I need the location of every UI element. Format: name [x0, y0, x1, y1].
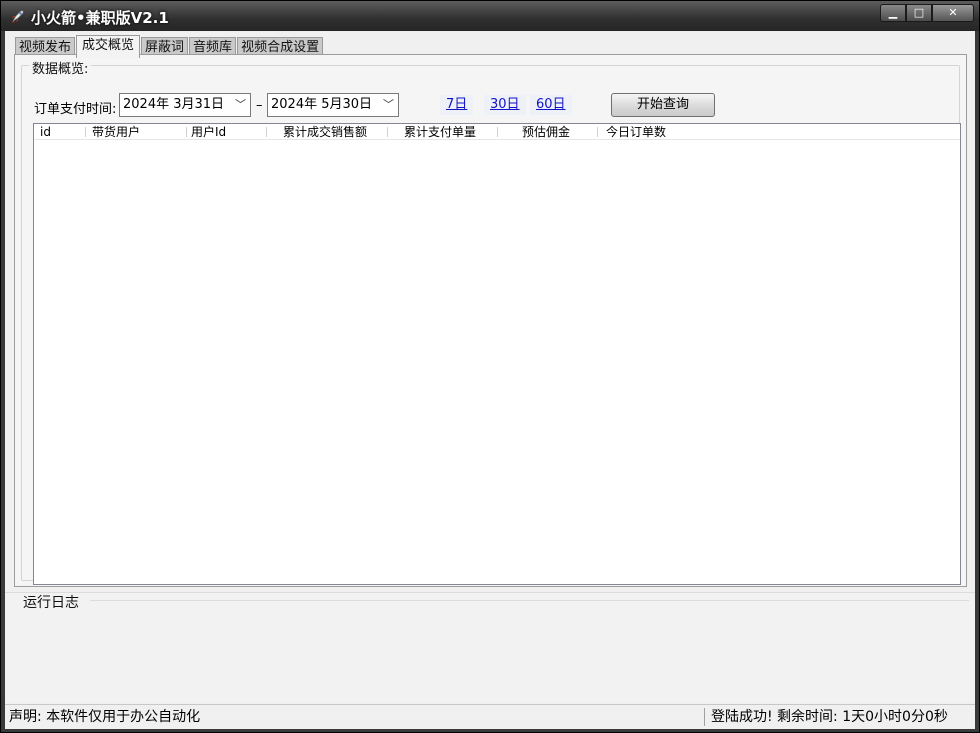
range-60-days-link[interactable]: 60日 — [530, 95, 572, 115]
payment-time-label: 订单支付时间: — [34, 102, 117, 117]
app-window: 小火箭•兼职版V2.1 ▁ □ ✕ 视频发布 成交概览 屏蔽词 音频库 视频合成… — [0, 0, 980, 733]
start-date-value: 2024年 3月31日 — [123, 97, 225, 112]
chevron-down-icon[interactable]: ﹀ — [235, 94, 246, 116]
range-7-days-link[interactable]: 7日 — [440, 95, 474, 115]
table-header: id 带货用户 用户Id 累计成交销售额 累计支付单量 预估佣金 今日订单数 — [34, 124, 960, 140]
start-date-picker[interactable]: 2024年 3月31日 ﹀ — [119, 93, 251, 117]
chevron-down-icon[interactable]: ﹀ — [383, 94, 394, 116]
minimize-button[interactable]: ▁ — [880, 4, 906, 22]
range-30-days-link[interactable]: 30日 — [484, 95, 526, 115]
status-divider — [704, 708, 705, 726]
rocket-icon — [12, 10, 24, 23]
end-date-picker[interactable]: 2024年 5月30日 ﹀ — [267, 93, 399, 117]
login-status-text: 登陆成功! 剩余时间: 1天0小时0分0秒 — [711, 709, 948, 725]
disclaimer-text: 声明: 本软件仅用于办公自动化 — [9, 709, 201, 725]
maximize-button[interactable]: □ — [906, 4, 932, 22]
client-area: 视频发布 成交概览 屏蔽词 音频库 视频合成设置 数据概览: 订单支付时间: 2… — [5, 31, 975, 729]
data-overview-group: 数据概览: 订单支付时间: 2024年 3月31日 ﹀ – 2024年 5月30… — [21, 58, 961, 585]
column-header-today-orders[interactable]: 今日订单数 — [598, 124, 698, 140]
close-button[interactable]: ✕ — [932, 4, 974, 22]
tab-deal-overview[interactable]: 成交概览 — [76, 35, 141, 58]
column-header-estimated-commission[interactable]: 预估佣金 — [498, 124, 598, 140]
start-query-button[interactable]: 开始查询 — [611, 93, 715, 117]
run-log-panel: 运行日志 — [5, 592, 975, 702]
log-divider — [90, 600, 969, 601]
tab-strip: 视频发布 成交概览 屏蔽词 音频库 视频合成设置 — [15, 35, 324, 58]
group-title: 数据概览: — [29, 58, 92, 77]
status-bar: 声明: 本软件仅用于办公自动化 登陆成功! 剩余时间: 1天0小时0分0秒 — [5, 704, 975, 728]
run-log-title: 运行日志 — [23, 595, 79, 611]
tab-page-deal-overview: 数据概览: 订单支付时间: 2024年 3月31日 ﹀ – 2024年 5月30… — [14, 54, 967, 587]
column-header-total-sales[interactable]: 累计成交销售额 — [267, 124, 388, 140]
column-header-user-id[interactable]: 用户Id — [187, 124, 267, 140]
date-range-separator: – — [256, 98, 263, 113]
column-header-total-orders[interactable]: 累计支付单量 — [388, 124, 498, 140]
window-title: 小火箭•兼职版V2.1 — [31, 9, 169, 27]
title-bar[interactable]: 小火箭•兼职版V2.1 ▁ □ ✕ — [1, 1, 979, 31]
column-header-id[interactable]: id — [34, 124, 86, 140]
end-date-value: 2024年 5月30日 — [271, 97, 373, 112]
column-header-seller[interactable]: 带货用户 — [86, 124, 187, 140]
results-table[interactable]: id 带货用户 用户Id 累计成交销售额 累计支付单量 预估佣金 今日订单数 — [33, 123, 961, 585]
